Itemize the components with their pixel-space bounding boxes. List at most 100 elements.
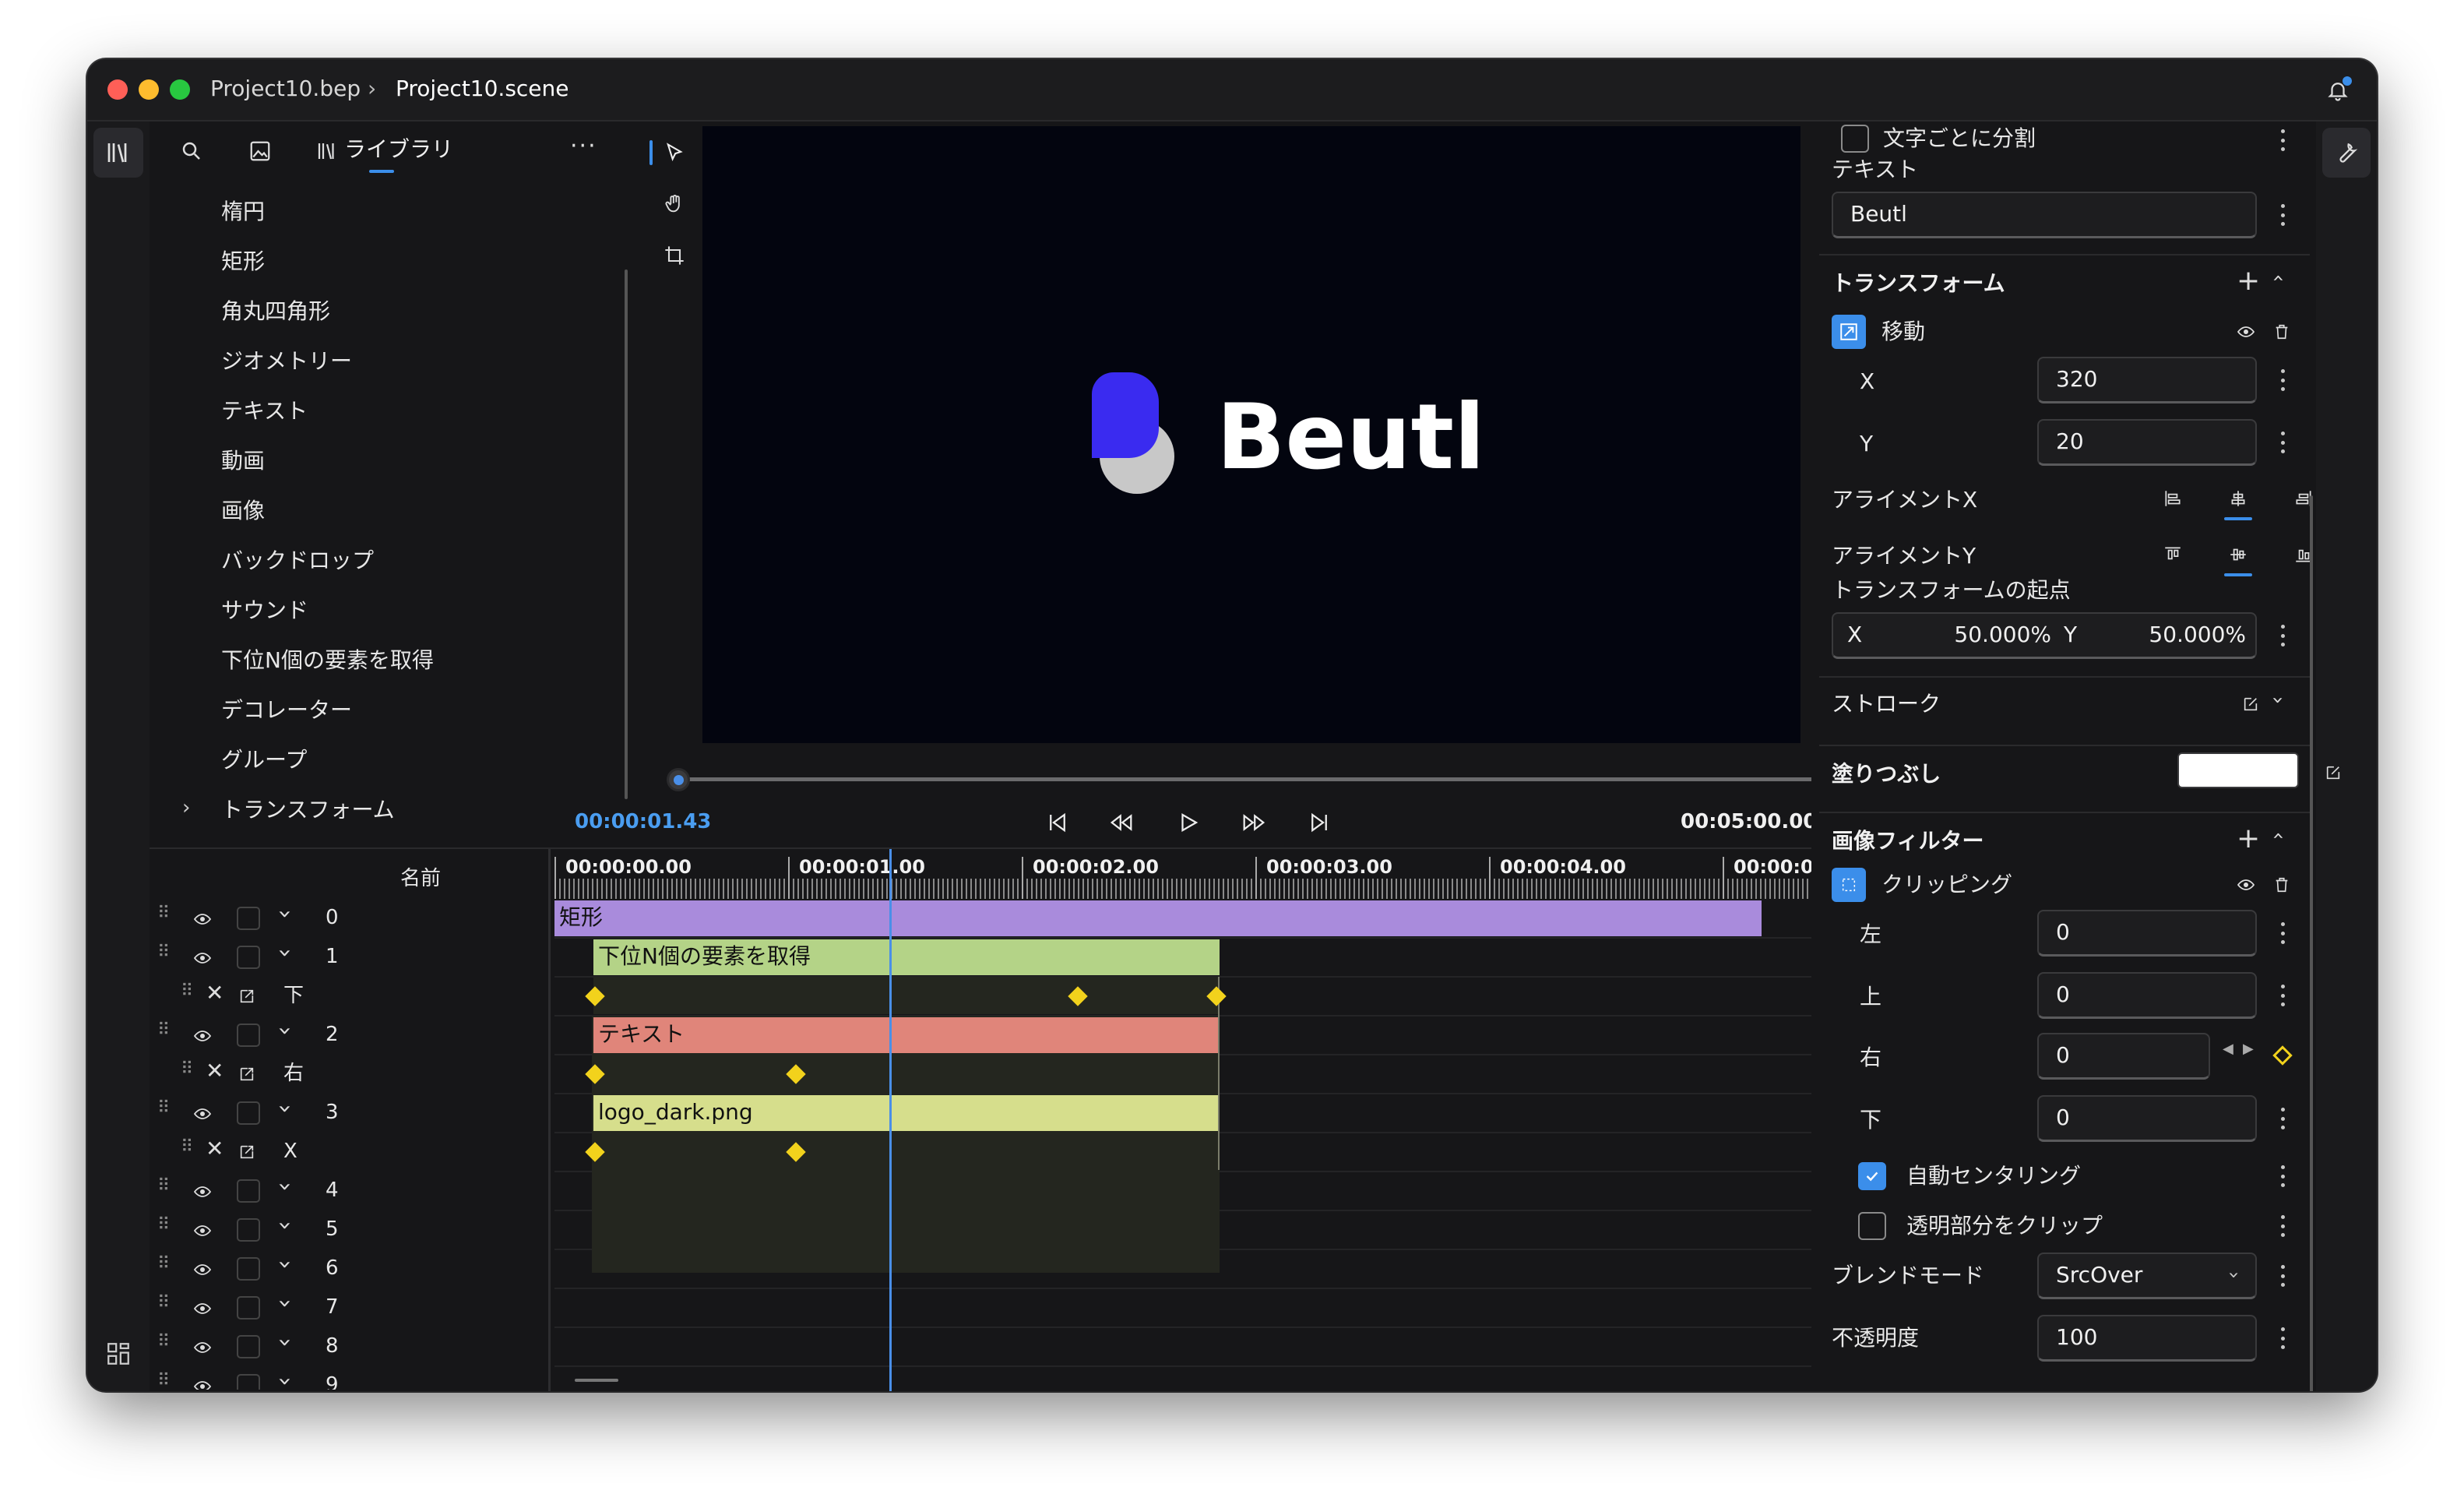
kebab-icon[interactable]: [2280, 625, 2285, 647]
library-item-transform[interactable]: トランスフォーム: [221, 795, 395, 826]
delete-trash-icon[interactable]: [2266, 316, 2297, 347]
visibility-eye-icon[interactable]: [190, 1218, 215, 1243]
library-item-image[interactable]: 画像: [221, 495, 265, 527]
origin-y-value[interactable]: 50.000%: [2137, 614, 2246, 656]
crop-icon[interactable]: [659, 240, 690, 271]
bottom-input[interactable]: 0: [2037, 1095, 2257, 1142]
align-center-v-icon[interactable]: [2223, 539, 2254, 570]
lock-checkbox[interactable]: [237, 1101, 260, 1125]
track-area[interactable]: 矩形 下位N個の要素を取得 テキスト logo_dark.png: [554, 899, 1899, 1390]
library-scrollbar[interactable]: [625, 270, 628, 799]
expand-chevron-icon[interactable]: ›: [272, 1027, 299, 1036]
open-external-icon[interactable]: [235, 1062, 259, 1086]
clip-take-n[interactable]: 下位N個の要素を取得: [593, 939, 1220, 975]
clip-transparent-checkbox[interactable]: [1858, 1212, 1886, 1240]
property-track-header[interactable]: ⠿ ✕ X: [150, 1133, 548, 1172]
drag-handle-icon[interactable]: ⠿: [157, 904, 170, 923]
property-track-header[interactable]: ⠿ ✕ 右: [150, 1055, 548, 1094]
visibility-eye-icon[interactable]: [190, 1335, 215, 1360]
lock-checkbox[interactable]: [237, 1218, 260, 1242]
rewind-icon[interactable]: [1104, 805, 1139, 840]
kebab-icon[interactable]: [2280, 204, 2285, 226]
kebab-icon[interactable]: [2280, 369, 2285, 391]
drag-handle-icon[interactable]: ⠿: [181, 981, 193, 1001]
layout-rail-icon[interactable]: [93, 1329, 143, 1379]
expand-chevron-icon[interactable]: ›: [272, 1260, 299, 1270]
split-per-char-checkbox[interactable]: [1841, 125, 1869, 153]
wrench-icon[interactable]: [2322, 128, 2371, 178]
drag-handle-icon[interactable]: ⠿: [157, 1332, 170, 1351]
expand-chevron-icon[interactable]: ›: [272, 1105, 299, 1114]
drag-handle-icon[interactable]: ⠿: [157, 1176, 170, 1196]
drag-handle-icon[interactable]: ⠿: [157, 942, 170, 962]
top-input[interactable]: 0: [2037, 972, 2257, 1019]
lock-checkbox[interactable]: [237, 946, 260, 969]
align-top-icon[interactable]: [2157, 539, 2188, 570]
layer-header[interactable]: ⠿ › 0: [150, 899, 548, 938]
image-icon[interactable]: [245, 136, 276, 167]
library-rail-icon[interactable]: [93, 128, 143, 178]
layer-header[interactable]: ⠿ › 6: [150, 1249, 548, 1288]
origin-input[interactable]: X 50.000% Y 50.000%: [1832, 612, 2257, 659]
library-item-text[interactable]: テキスト: [221, 396, 308, 427]
kebab-icon[interactable]: [2280, 432, 2285, 453]
move-transform-icon[interactable]: [1832, 315, 1866, 349]
layer-header[interactable]: ⠿ › 7: [150, 1288, 548, 1327]
next-keyframe-icon[interactable]: ▶: [2243, 1041, 2254, 1057]
lock-checkbox[interactable]: [237, 1296, 260, 1320]
skip-to-start-icon[interactable]: [1040, 805, 1075, 840]
properties-scrollbar[interactable]: [2310, 495, 2313, 1391]
prev-keyframe-icon[interactable]: ◀: [2223, 1041, 2233, 1057]
edit-icon[interactable]: [2237, 690, 2265, 718]
drag-handle-icon[interactable]: ⠿: [181, 1059, 193, 1079]
expand-chevron-icon[interactable]: ›: [2266, 696, 2290, 704]
library-item-group[interactable]: グループ: [221, 745, 307, 776]
library-item-decorator[interactable]: デコレーター: [221, 695, 352, 726]
visibility-eye-icon[interactable]: [190, 1257, 215, 1282]
layer-header[interactable]: ⠿ › 5: [150, 1210, 548, 1249]
kebab-icon[interactable]: [2280, 985, 2285, 1006]
lock-checkbox[interactable]: [237, 1335, 260, 1358]
opacity-input[interactable]: 100: [2037, 1315, 2257, 1362]
library-item-ellipse[interactable]: 楕円: [221, 196, 265, 227]
expand-chevron-icon[interactable]: ›: [272, 910, 299, 919]
drag-handle-icon[interactable]: ⠿: [157, 1293, 170, 1312]
library-item-rect[interactable]: 矩形: [221, 246, 265, 277]
layer-header[interactable]: ⠿ › 1: [150, 938, 548, 977]
expand-chevron-icon[interactable]: ›: [272, 1377, 299, 1386]
close-window-button[interactable]: [107, 79, 128, 100]
visibility-eye-icon[interactable]: [190, 1179, 215, 1204]
edit-icon[interactable]: [2319, 759, 2347, 787]
visibility-eye-icon[interactable]: [190, 1296, 215, 1321]
delete-trash-icon[interactable]: [2266, 869, 2297, 900]
expand-chevron-icon[interactable]: ›: [272, 949, 299, 958]
visibility-eye-icon[interactable]: [190, 1024, 215, 1048]
text-input[interactable]: Beutl: [1832, 192, 2257, 238]
layer-header[interactable]: ⠿ › 9: [150, 1366, 548, 1390]
drag-handle-icon[interactable]: ⠿: [157, 1371, 170, 1390]
kebab-icon[interactable]: [2280, 129, 2285, 151]
expand-chevron-icon[interactable]: ›: [272, 1299, 299, 1309]
drag-handle-icon[interactable]: ⠿: [157, 1254, 170, 1274]
kebab-icon[interactable]: [2280, 1265, 2285, 1287]
expand-chevron-icon[interactable]: ›: [272, 1221, 299, 1231]
library-item-geometry[interactable]: ジオメトリー: [221, 346, 352, 377]
visibility-eye-icon[interactable]: [2230, 869, 2262, 900]
clip-rect[interactable]: 矩形: [554, 900, 1762, 936]
open-external-icon[interactable]: [235, 1140, 259, 1164]
library-item-sound[interactable]: サウンド: [221, 595, 308, 626]
playhead[interactable]: [889, 849, 892, 1391]
more-icon[interactable]: ···: [570, 132, 597, 160]
kebab-icon[interactable]: [2280, 922, 2285, 944]
collapse-chevron-icon[interactable]: ›: [2266, 832, 2290, 840]
library-item-take-n[interactable]: 下位N個の要素を取得: [221, 645, 434, 676]
drag-handle-icon[interactable]: ⠿: [157, 1098, 170, 1118]
timeline-h-scrollbar[interactable]: [575, 1379, 618, 1382]
clip-text[interactable]: テキスト: [593, 1017, 1220, 1053]
lock-checkbox[interactable]: [237, 907, 260, 930]
library-item-video[interactable]: 動画: [221, 446, 265, 477]
add-icon[interactable]: +: [2237, 265, 2260, 297]
property-track-header[interactable]: ⠿ ✕ 下: [150, 977, 548, 1016]
play-icon[interactable]: [1171, 805, 1206, 840]
timeline-ruler[interactable]: 00:00:00.00 00:00:01.00 00:00:02.00 00:0…: [554, 849, 1899, 899]
